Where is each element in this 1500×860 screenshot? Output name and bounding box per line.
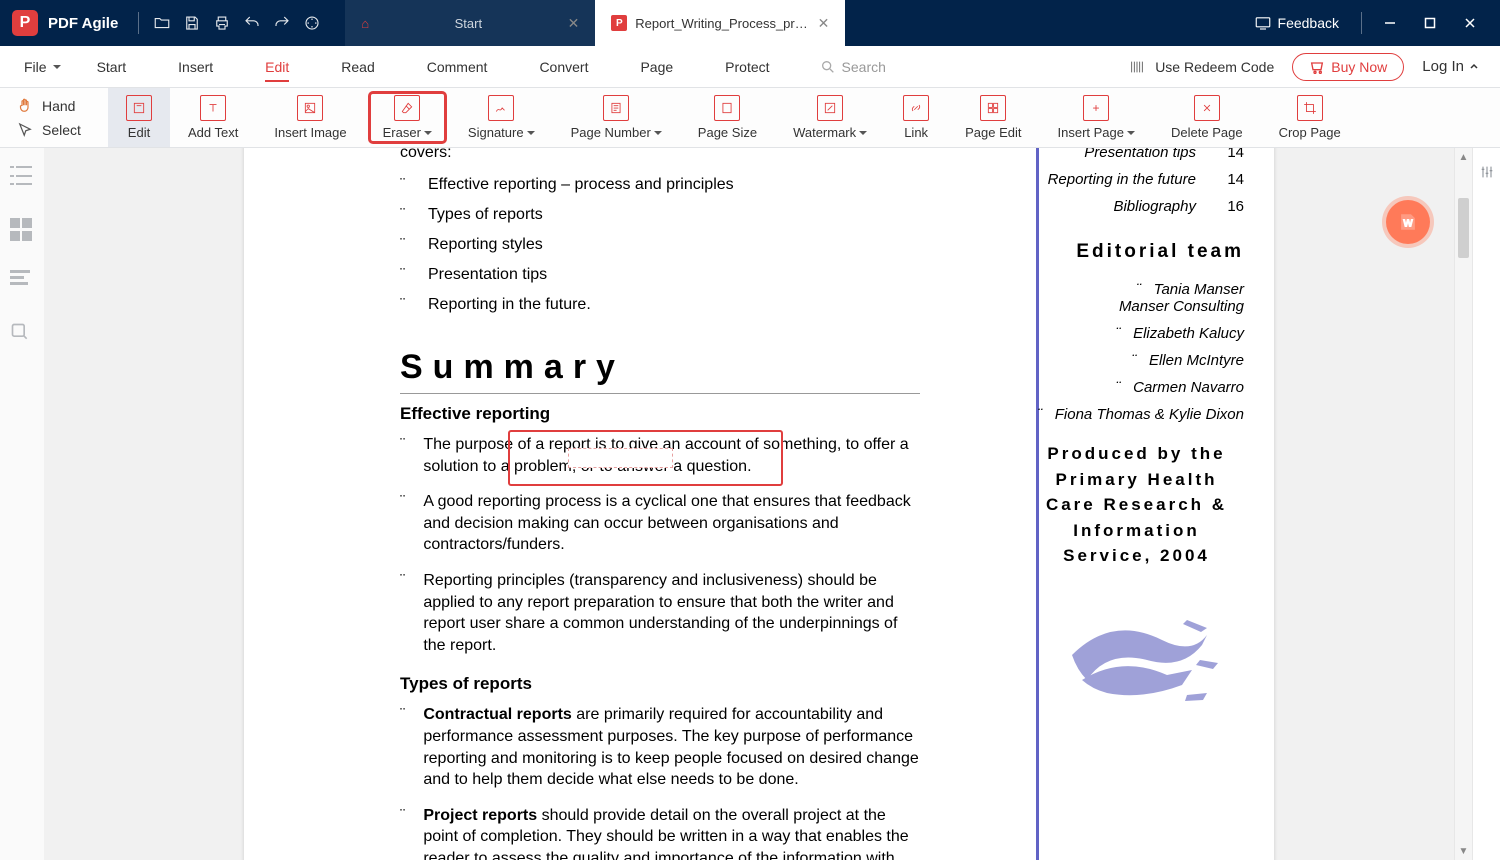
list-item: ¨Effective reporting – process and princ… (400, 176, 920, 194)
menu-edit[interactable]: Edit (239, 46, 315, 88)
hand-tool[interactable]: Hand (16, 97, 108, 115)
close-icon[interactable]: ✕ (568, 15, 580, 32)
home-icon: ⌂ (361, 16, 369, 31)
list-item: ¨Presentation tips (400, 266, 920, 284)
document-page: covers: ¨Effective reporting – process a… (244, 148, 1274, 860)
search-panel-icon[interactable] (10, 322, 34, 346)
annotations-panel-icon[interactable] (10, 270, 34, 294)
save-icon[interactable] (177, 8, 207, 38)
editor-name: ¨ Tania Manser Manser Consulting (1029, 281, 1244, 315)
menu-page[interactable]: Page (614, 46, 699, 88)
menu-bar: File Start Insert Edit Read Comment Conv… (0, 46, 1500, 88)
scroll-down-icon[interactable]: ▼ (1455, 842, 1472, 860)
bookmarks-panel-icon[interactable] (10, 166, 34, 190)
body-paragraph: ¨Project reports should provide detail o… (400, 805, 920, 860)
editor-name: ¨ Ellen McIntyre (1029, 352, 1244, 369)
menu-comment[interactable]: Comment (401, 46, 514, 88)
ribbon-crop-page[interactable]: Crop Page (1261, 88, 1359, 147)
home-shortcut-icon[interactable] (297, 8, 327, 38)
pdf-doc-icon: P (611, 15, 627, 31)
body-paragraph: ¨A good reporting process is a cyclical … (400, 491, 920, 556)
feedback-button[interactable]: Feedback (1240, 14, 1353, 32)
window-close-button[interactable] (1450, 8, 1490, 38)
redeem-code-button[interactable]: Use Redeem Code (1127, 59, 1274, 75)
section-heading: Summary (400, 348, 920, 387)
list-item: ¨Reporting in the future. (400, 296, 920, 314)
subsection-heading: Effective reporting (400, 404, 920, 424)
menu-insert[interactable]: Insert (152, 46, 239, 88)
editor-name: ¨ Carmen Navarro (1029, 379, 1244, 396)
editor-name: ¨ Fiona Thomas & Kylie Dixon (1029, 406, 1244, 423)
side-heading: Editorial team (1029, 241, 1244, 263)
menu-read[interactable]: Read (315, 46, 400, 88)
toc-row: Reporting in the future14 (1029, 171, 1244, 188)
ribbon-edit[interactable]: Edit (108, 88, 170, 147)
tab-document[interactable]: P Report_Writing_Process_prin... ✕ (595, 0, 845, 46)
search-input[interactable]: Search (820, 59, 886, 75)
ribbon-insert-page[interactable]: Insert Page (1040, 88, 1154, 147)
document-viewport[interactable]: covers: ¨Effective reporting – process a… (44, 148, 1454, 860)
ribbon-page-size[interactable]: Page Size (680, 88, 775, 147)
body-paragraph: ¨Contractual reports are primarily requi… (400, 704, 920, 790)
side-panel-rail (0, 148, 44, 860)
sidebar-column: Presentation tips14 Reporting in the fut… (1029, 148, 1244, 715)
body-paragraph: ¨Reporting principles (transparency and … (400, 570, 920, 656)
undo-icon[interactable] (237, 8, 267, 38)
buy-now-button[interactable]: Buy Now (1292, 53, 1404, 81)
right-tool-strip (1472, 148, 1500, 860)
producer-credit: Produced by the Primary Health Care Rese… (1029, 441, 1244, 569)
ribbon-delete-page[interactable]: Delete Page (1153, 88, 1261, 147)
login-button[interactable]: Log In (1422, 58, 1480, 75)
export-word-badge[interactable]: W (1386, 200, 1430, 244)
window-maximize-button[interactable] (1410, 8, 1450, 38)
window-minimize-button[interactable] (1370, 8, 1410, 38)
close-icon[interactable]: ✕ (818, 15, 830, 32)
list-item: ¨Types of reports (400, 206, 920, 224)
menu-convert[interactable]: Convert (513, 46, 614, 88)
vertical-scrollbar[interactable]: ▲ ▼ (1454, 148, 1472, 860)
body-text: covers: (400, 148, 920, 162)
svg-text:W: W (1403, 219, 1413, 230)
ribbon-link[interactable]: Link (885, 88, 947, 147)
list-item: ¨Reporting styles (400, 236, 920, 254)
edit-ribbon: Hand Select Edit Add Text Insert Image E… (0, 88, 1500, 148)
select-tool[interactable]: Select (16, 121, 108, 139)
title-bar: P PDF Agile ⌂ Start ✕ P Report_Writing_P… (0, 0, 1500, 46)
ribbon-watermark[interactable]: Watermark (775, 88, 885, 147)
scrollbar-thumb[interactable] (1458, 198, 1469, 258)
menu-start[interactable]: Start (71, 46, 153, 88)
ribbon-page-edit[interactable]: Page Edit (947, 88, 1039, 147)
menu-protect[interactable]: Protect (699, 46, 795, 88)
tab-start[interactable]: ⌂ Start ✕ (345, 0, 595, 46)
chevron-down-icon (424, 131, 432, 139)
thumbnails-panel-icon[interactable] (10, 218, 34, 242)
eraser-patch (568, 448, 673, 468)
subsection-heading: Types of reports (400, 674, 920, 694)
editor-name: ¨ Elizabeth Kalucy (1029, 325, 1244, 342)
toc-row: Presentation tips14 (1029, 148, 1244, 161)
ribbon-eraser[interactable]: Eraser (365, 88, 450, 147)
decorative-logo (1052, 585, 1222, 715)
scroll-up-icon[interactable]: ▲ (1455, 148, 1472, 166)
redo-icon[interactable] (267, 8, 297, 38)
ribbon-page-number[interactable]: Page Number (553, 88, 680, 147)
ribbon-add-text[interactable]: Add Text (170, 88, 256, 147)
open-icon[interactable] (147, 8, 177, 38)
toc-row: Bibliography16 (1029, 198, 1244, 215)
app-name: PDF Agile (48, 15, 118, 32)
ribbon-signature[interactable]: Signature (450, 88, 553, 147)
menu-file[interactable]: File (14, 46, 71, 88)
print-icon[interactable] (207, 8, 237, 38)
app-logo-icon: P (12, 10, 38, 36)
ribbon-insert-image[interactable]: Insert Image (256, 88, 364, 147)
sliders-icon[interactable] (1479, 164, 1495, 180)
